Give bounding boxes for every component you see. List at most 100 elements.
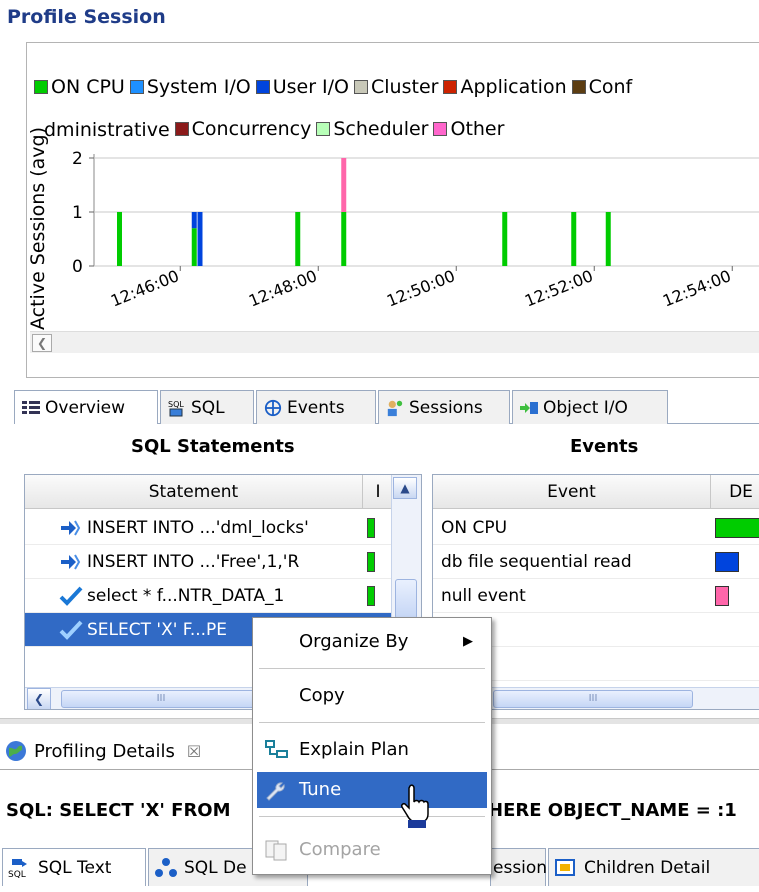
column-i[interactable]: I bbox=[363, 475, 393, 509]
menu-copy-label: Copy bbox=[299, 685, 345, 706]
sql-icon: SQL bbox=[168, 400, 184, 416]
activity-bar bbox=[367, 518, 375, 538]
wrench-icon bbox=[266, 782, 285, 801]
column-statement[interactable]: Statement bbox=[25, 475, 363, 509]
tab-sql-text-label: SQL Text bbox=[38, 857, 112, 878]
scroll-up-icon[interactable]: ▲ bbox=[393, 477, 417, 499]
x-tick-label: 12:50:00 bbox=[384, 266, 458, 311]
scroll-grip: III bbox=[156, 693, 166, 704]
svg-text:SQL: SQL bbox=[8, 870, 26, 879]
tab-children-detail[interactable]: Children Detail bbox=[548, 848, 759, 886]
explain-plan-icon bbox=[265, 740, 288, 758]
statement-text: SELECT 'X' F...PE bbox=[87, 620, 228, 640]
sql-summary-prefix: SQL: SELECT 'X' FROM bbox=[6, 800, 231, 821]
sessions-icon bbox=[387, 400, 403, 416]
bar-on-cpu bbox=[571, 212, 577, 266]
sql-details-icon bbox=[155, 857, 177, 877]
tab-events[interactable]: Events bbox=[256, 390, 376, 424]
tab-children-detail-label: Children Detail bbox=[584, 857, 711, 878]
menu-separator bbox=[259, 722, 485, 723]
table-row[interactable]: INSERT INTO ...'Free',1,'R bbox=[25, 545, 391, 579]
submenu-arrow-icon: ▶ bbox=[463, 634, 473, 649]
event-name: db file sequential read bbox=[441, 552, 632, 572]
menu-explain-plan[interactable]: Explain Plan bbox=[257, 732, 487, 768]
tab-overview-label: Overview bbox=[45, 397, 126, 418]
scroll-grip: III bbox=[588, 693, 598, 704]
svg-text:SQL: SQL bbox=[168, 400, 184, 409]
tab-object-io-label: Object I/O bbox=[543, 397, 628, 418]
column-event[interactable]: Event bbox=[433, 475, 711, 509]
table-row[interactable]: ON CPU bbox=[433, 511, 759, 545]
tab-sessions-bottom[interactable]: essions bbox=[490, 848, 556, 886]
statement-text: INSERT INTO ...'Free',1,'R bbox=[87, 552, 300, 572]
tab-overview[interactable]: Overview bbox=[14, 390, 158, 424]
table-row[interactable]: select * f...NTR_DATA_1 bbox=[25, 579, 391, 613]
menu-organize-by-label: Organize By bbox=[299, 631, 409, 652]
bar-on-cpu bbox=[191, 228, 197, 266]
menu-compare-label: Compare bbox=[299, 839, 381, 860]
tab-sql-label: SQL bbox=[191, 397, 225, 418]
activity-bar bbox=[367, 552, 375, 572]
y-tick-label: 2 bbox=[72, 149, 83, 169]
tab-sessions[interactable]: Sessions bbox=[378, 390, 510, 424]
column-de[interactable]: DE bbox=[711, 475, 759, 509]
x-tick-label: 12:52:00 bbox=[522, 266, 596, 311]
bar-on-cpu bbox=[295, 212, 301, 266]
scroll-left-icon[interactable]: ❮ bbox=[27, 688, 51, 709]
tab-sql-text[interactable]: SQL SQL Text bbox=[2, 848, 146, 886]
menu-separator bbox=[259, 816, 485, 817]
event-bar bbox=[715, 518, 759, 538]
menu-tune-label: Tune bbox=[299, 779, 342, 800]
check-icon bbox=[59, 586, 83, 606]
y-tick-label: 1 bbox=[72, 203, 83, 223]
menu-compare[interactable]: Compare bbox=[257, 832, 487, 868]
scroll-thumb[interactable] bbox=[395, 579, 417, 619]
menu-explain-plan-label: Explain Plan bbox=[299, 739, 409, 760]
x-tick-label: 12:48:00 bbox=[246, 266, 320, 311]
events-heading: Events bbox=[570, 436, 639, 457]
sql-text-icon: SQL bbox=[8, 858, 27, 879]
menu-tune[interactable]: Tune bbox=[257, 772, 487, 808]
bar-on-cpu bbox=[341, 212, 347, 266]
sql-summary-suffix: HERE OBJECT_NAME = :1 bbox=[488, 800, 737, 821]
check-icon bbox=[59, 620, 83, 640]
table-row[interactable]: null event bbox=[433, 579, 759, 613]
table-row[interactable]: INSERT INTO ...'dml_locks' bbox=[25, 511, 391, 545]
bar-on-cpu bbox=[605, 212, 611, 266]
sql-statements-heading: SQL Statements bbox=[131, 436, 295, 457]
bar-user-io bbox=[197, 212, 203, 266]
hand-cursor-icon bbox=[401, 784, 429, 828]
table-row[interactable]: db file sequential read bbox=[433, 545, 759, 579]
events-scroll-thumb[interactable]: III bbox=[493, 690, 693, 708]
event-name: null event bbox=[441, 586, 526, 606]
scroll-thumb-h[interactable]: III bbox=[61, 690, 261, 708]
table-header: Statement I bbox=[25, 475, 421, 509]
tab-events-label: Events bbox=[287, 397, 345, 418]
bar-on-cpu bbox=[502, 212, 508, 266]
sql-summary: SQL: SELECT 'X' FROM HERE OBJECT_NAME = … bbox=[6, 800, 737, 821]
events-table-header: Event DE bbox=[433, 475, 759, 509]
tab-sql[interactable]: SQL SQL bbox=[160, 390, 254, 424]
event-bar bbox=[715, 586, 729, 606]
tab-profiling-details[interactable]: Profiling Details ☒ bbox=[4, 734, 201, 768]
tab-sessions-label: Sessions bbox=[409, 397, 483, 418]
close-icon[interactable]: ☒ bbox=[187, 742, 201, 761]
bar-on-cpu bbox=[117, 212, 122, 266]
menu-separator bbox=[259, 668, 485, 669]
scroll-left-icon[interactable]: ❮ bbox=[32, 334, 52, 352]
events-icon bbox=[264, 399, 282, 416]
insert-icon bbox=[61, 520, 81, 536]
bar-user-io bbox=[191, 212, 197, 229]
menu-organize-by[interactable]: Organize By ▶ bbox=[257, 624, 487, 660]
tab-object-io[interactable]: Object I/O bbox=[512, 390, 668, 424]
menu-copy[interactable]: Copy bbox=[257, 678, 487, 714]
chart-horizontal-scrollbar[interactable]: ❮ bbox=[30, 331, 759, 353]
event-bar bbox=[715, 552, 739, 572]
statement-text: INSERT INTO ...'dml_locks' bbox=[87, 518, 309, 538]
x-tick-label: 12:46:00 bbox=[108, 266, 182, 311]
children-detail-icon bbox=[555, 858, 575, 876]
profiling-details-label: Profiling Details bbox=[34, 740, 175, 762]
compare-icon bbox=[265, 840, 287, 861]
tab-sessions-bottom-label: essions bbox=[493, 857, 556, 878]
insert-icon bbox=[61, 554, 81, 570]
